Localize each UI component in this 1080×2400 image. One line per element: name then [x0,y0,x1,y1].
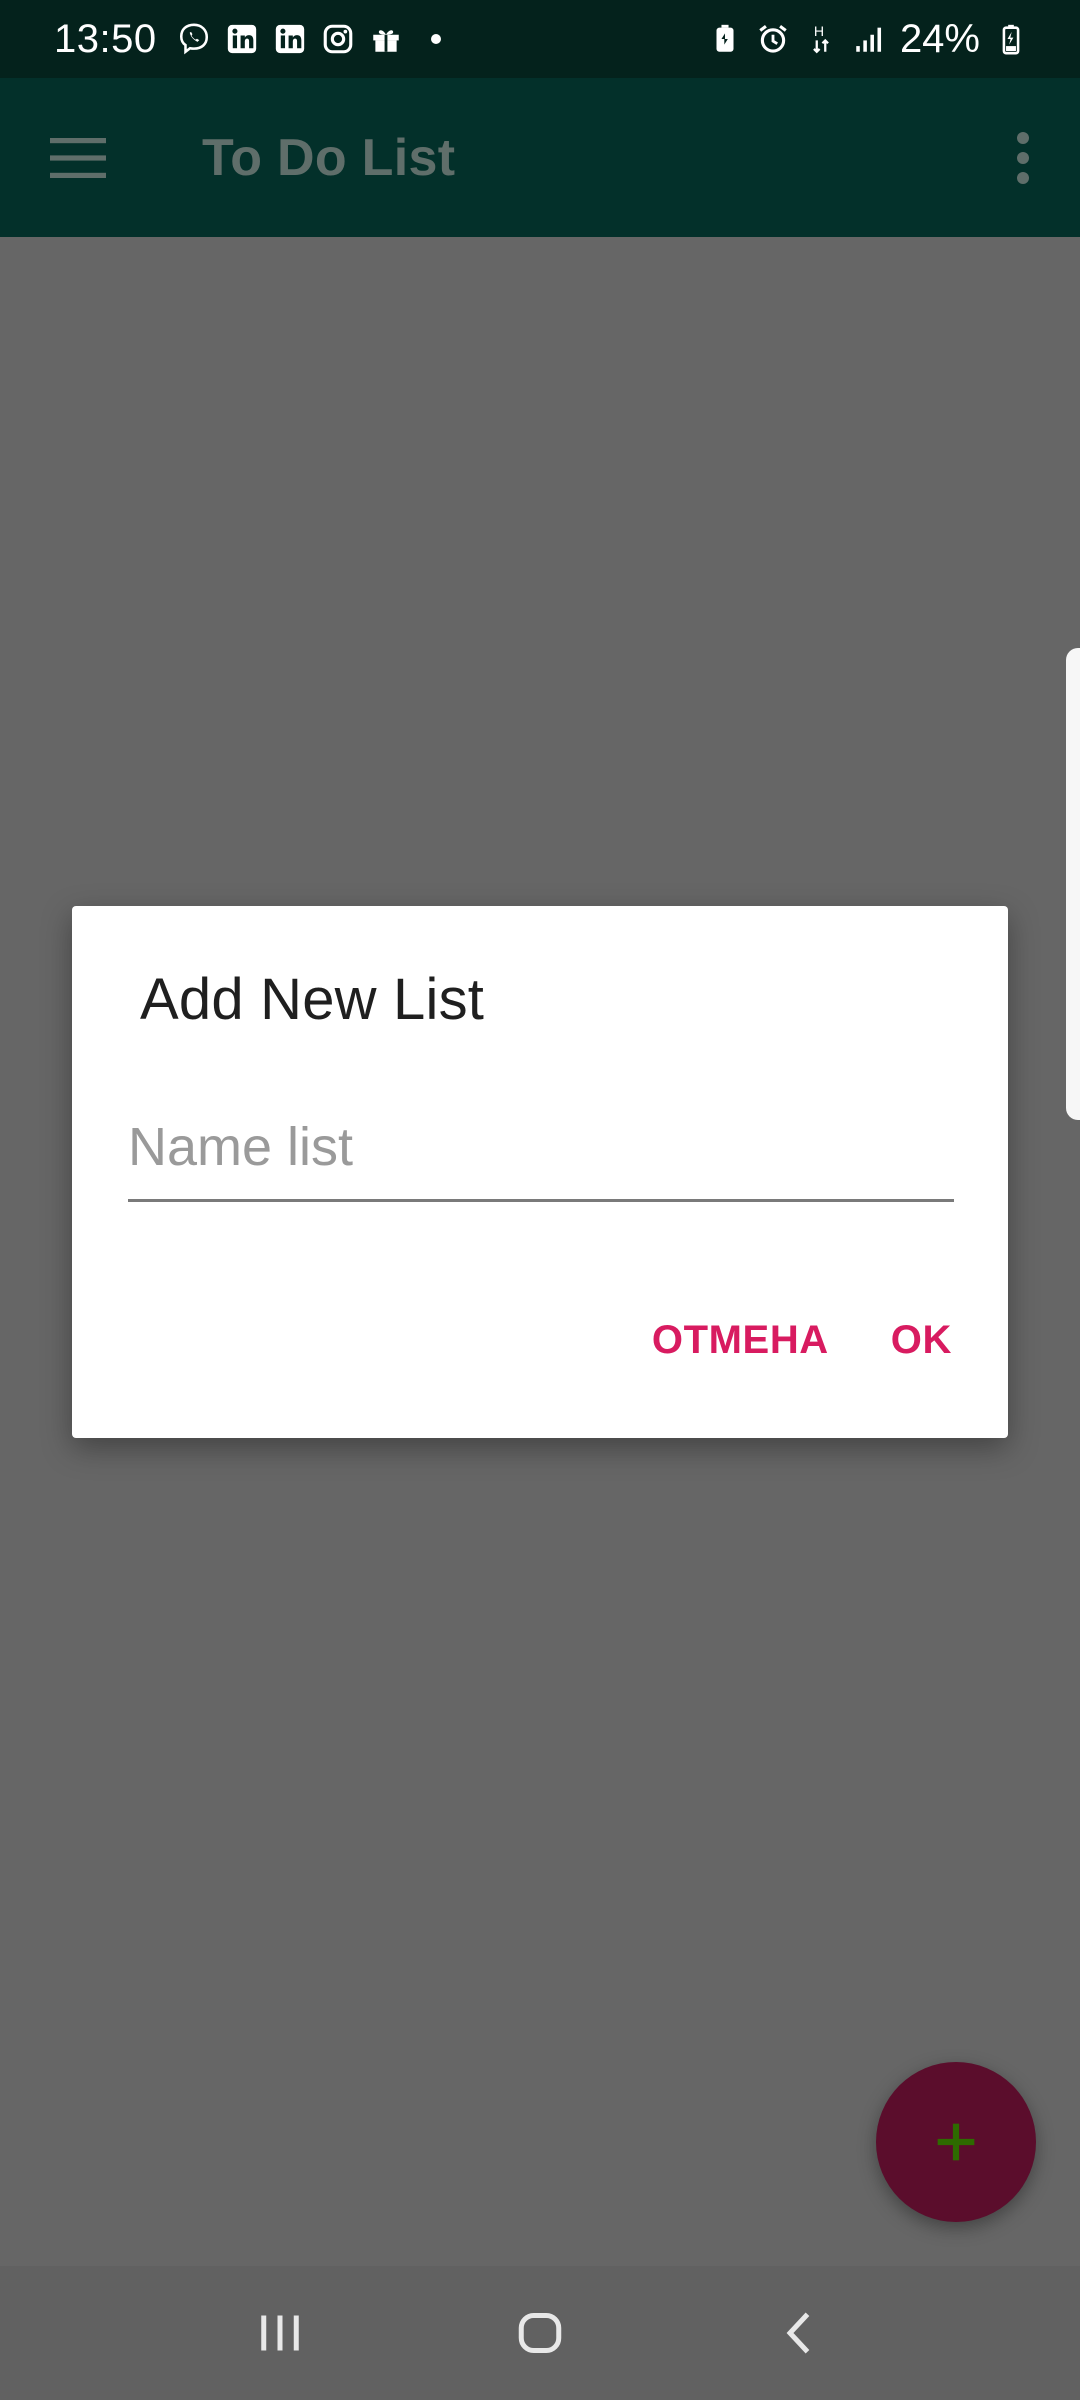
ok-button[interactable]: OK [891,1318,952,1363]
recent-apps-icon [261,2315,299,2351]
status-left: 13:50 [54,17,441,62]
notification-dot-icon [430,34,441,44]
dialog-title: Add New List [140,967,485,1032]
plus-icon [937,2123,975,2161]
dialog-actions: ОТМЕНА OK [652,1318,952,1363]
battery-percent: 24% [899,16,980,61]
more-vert-icon [1017,131,1029,184]
status-right: H 24% [708,17,1028,62]
menu-button[interactable] [38,118,118,198]
home-button[interactable] [495,2288,585,2378]
app-title: To Do List [202,128,456,187]
navigation-bar [0,2266,1080,2400]
back-icon [786,2312,810,2354]
status-bar: 13:50 H 24% [0,0,1080,78]
status-time: 13:50 [54,16,157,61]
linkedin-icon [225,22,259,56]
battery-saver-icon [708,22,742,56]
add-list-dialog: Add New List ОТМЕНА OK [72,906,1008,1438]
linkedin-icon [273,22,307,56]
instagram-icon [321,22,355,56]
battery-charging-icon [994,22,1028,56]
recent-apps-button[interactable] [235,2288,325,2378]
mobile-data-icon: H [804,22,838,56]
alarm-icon [756,22,790,56]
screen: 13:50 H 24% To Do List Add New List Name… [0,0,1080,2400]
home-icon [518,2313,562,2353]
viber-icon [177,22,211,56]
gift-icon [369,22,403,56]
add-list-fab[interactable] [876,2062,1036,2222]
app-bar: To Do List [0,78,1080,237]
edge-panel-handle[interactable] [1066,648,1080,1120]
list-name-input[interactable] [128,1106,954,1202]
network-label: H [814,24,824,40]
overflow-menu-button[interactable] [988,118,1058,198]
hamburger-menu-icon [50,137,106,178]
signal-icon [852,22,886,56]
back-button[interactable] [755,2288,845,2378]
cancel-button[interactable]: ОТМЕНА [652,1318,829,1363]
